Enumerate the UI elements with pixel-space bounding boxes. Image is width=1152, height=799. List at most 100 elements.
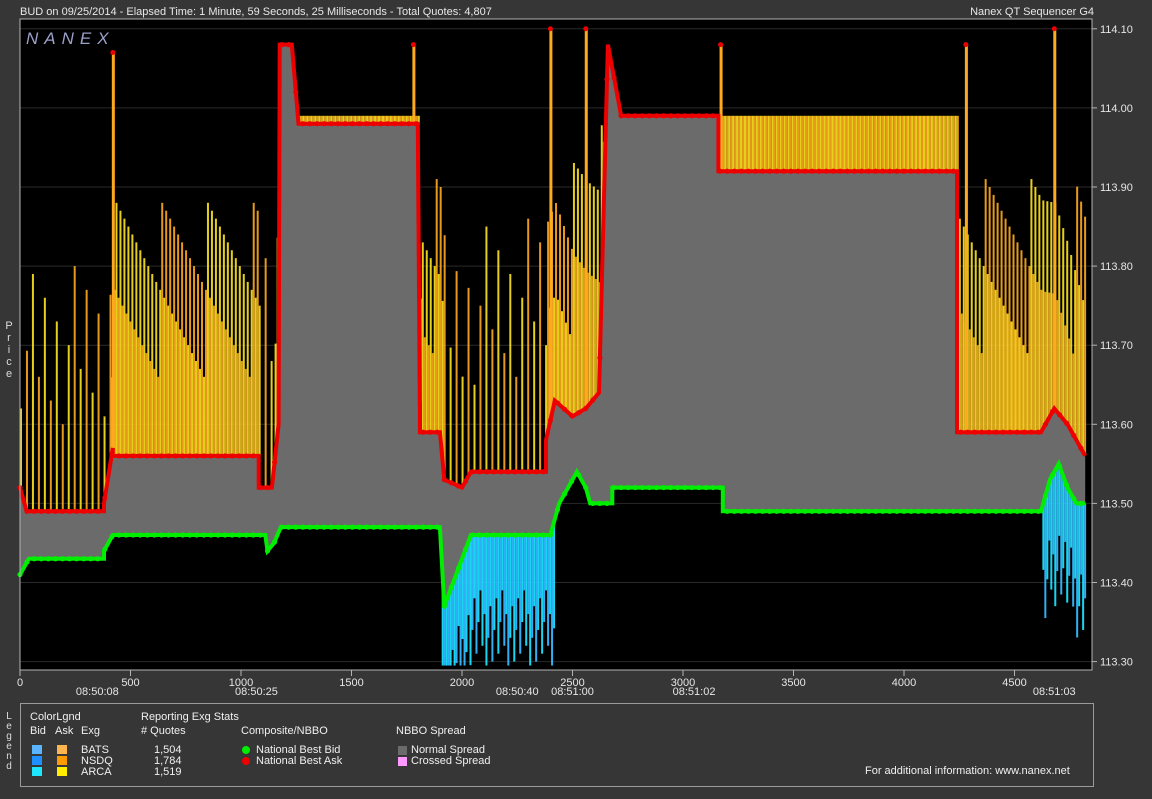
bid-quote-bar: [1058, 464, 1061, 536]
ask-spike-dot: [410, 42, 416, 48]
ask-quote-bar: [738, 115, 741, 172]
arca-bid-swatch: [32, 767, 42, 776]
ask-point: [1014, 429, 1020, 435]
ask-point: [250, 453, 256, 459]
ask-point: [795, 168, 801, 174]
bid-point: [554, 507, 561, 513]
normal-spread-marker: [398, 746, 407, 755]
ask-point: [611, 75, 617, 81]
bats-bid-swatch: [32, 745, 42, 754]
bid-point: [745, 508, 752, 514]
bid-quote-bar: [1042, 506, 1045, 570]
bid-point: [816, 508, 822, 514]
bid-point: [611, 484, 617, 491]
ask-quote-bar: [515, 376, 518, 472]
ask-point: [321, 121, 327, 127]
ask-point: [1064, 420, 1070, 426]
ask-quote-bar: [491, 329, 494, 472]
bid-point: [236, 532, 242, 538]
ask-quote-bar: [240, 361, 243, 456]
ask-quote-bar: [568, 334, 571, 414]
ask-quote-bar: [813, 115, 816, 172]
bid-point: [1000, 508, 1006, 514]
ask-point: [993, 429, 999, 435]
bid-point: [788, 508, 794, 514]
ask-quote-bar: [1024, 258, 1027, 433]
ask-quote-bar: [155, 281, 158, 456]
ask-quote-bar: [773, 115, 776, 172]
ask-quote-bar: [153, 368, 156, 456]
ask-quote-bar: [1058, 215, 1061, 414]
bid-point: [646, 484, 653, 491]
bid-point: [844, 508, 851, 514]
ask-quote-bar: [214, 218, 217, 456]
ask-quote-bar: [473, 384, 476, 472]
ask-quote-bar: [1048, 292, 1051, 420]
ask-point: [378, 121, 384, 127]
bid-quote-bar: [537, 535, 540, 630]
ask-quote-bar: [781, 115, 784, 172]
ask-quote-bar: [1004, 218, 1007, 433]
ask-quote-bar: [1026, 353, 1029, 433]
time-axis: 08:50:08 08:50:25 08:50:40 08:51:00 08:51:02…: [76, 686, 1076, 698]
ask-point: [328, 121, 334, 127]
ask-quote-bar: [753, 115, 756, 172]
bid-quote-bar: [499, 535, 502, 623]
ask-point: [837, 168, 843, 174]
bid-quote-bar: [465, 549, 468, 653]
ask-point: [462, 478, 469, 484]
ask-quote-bar: [67, 345, 70, 512]
ask-quote-bar: [755, 115, 758, 172]
ask-point: [137, 453, 143, 459]
nanex-logo: NANEX: [26, 29, 115, 48]
ask-point: [116, 453, 122, 459]
ask-point: [448, 480, 454, 486]
bid-point: [943, 508, 950, 514]
ask-quote-bar: [835, 115, 838, 172]
bid-point: [809, 508, 815, 514]
ask-quote-bar: [795, 115, 798, 172]
bid-quote-bar: [507, 535, 510, 666]
bid-quote-bar: [449, 591, 452, 666]
ask-point: [604, 76, 610, 83]
bid-quote-bar: [459, 565, 462, 666]
ask-spike-dot: [110, 50, 116, 56]
footer-link[interactable]: For additional information: www.nanex.ne…: [865, 765, 1070, 777]
legend-side-label: Legend: [6, 711, 12, 772]
bid-quote-bar: [511, 535, 514, 607]
ask-quote-bar: [437, 274, 440, 433]
ask-point: [229, 453, 235, 459]
ask-point: [717, 168, 723, 174]
ask-quote-bar: [923, 115, 926, 172]
bid-point: [887, 508, 893, 514]
bid-point: [250, 532, 256, 538]
ask-quote-bar: [433, 266, 436, 433]
bid-quote-bar: [501, 535, 504, 591]
ask-quote-bar: [135, 242, 138, 456]
ask-point: [816, 168, 822, 174]
ask-point: [165, 453, 172, 459]
ask-point: [767, 168, 773, 174]
ask-quote-bar: [803, 115, 806, 172]
ask-quote-bar: [911, 115, 914, 172]
ask-point: [257, 484, 264, 491]
bid-point: [1028, 508, 1034, 514]
ask-quote-bar: [944, 115, 947, 172]
ask-quote-bar: [234, 258, 237, 456]
ask-quote-bar: [503, 353, 506, 472]
ask-point: [639, 113, 645, 119]
ask-point: [243, 453, 249, 459]
bid-point: [498, 532, 504, 538]
bid-quote-bar: [553, 525, 556, 629]
ask-quote-bar: [777, 115, 780, 172]
ask-point: [738, 168, 744, 174]
bid-point: [901, 508, 907, 514]
ask-quote-bar: [823, 115, 826, 172]
ask-quote-bar: [791, 115, 794, 172]
ask-point: [957, 429, 964, 435]
bid-quote-bar: [493, 535, 496, 630]
bid-point: [73, 556, 80, 562]
x-tick-label: 1500: [339, 677, 363, 689]
ask-quote-bar: [968, 329, 971, 433]
bid-quote-bar: [503, 535, 506, 646]
